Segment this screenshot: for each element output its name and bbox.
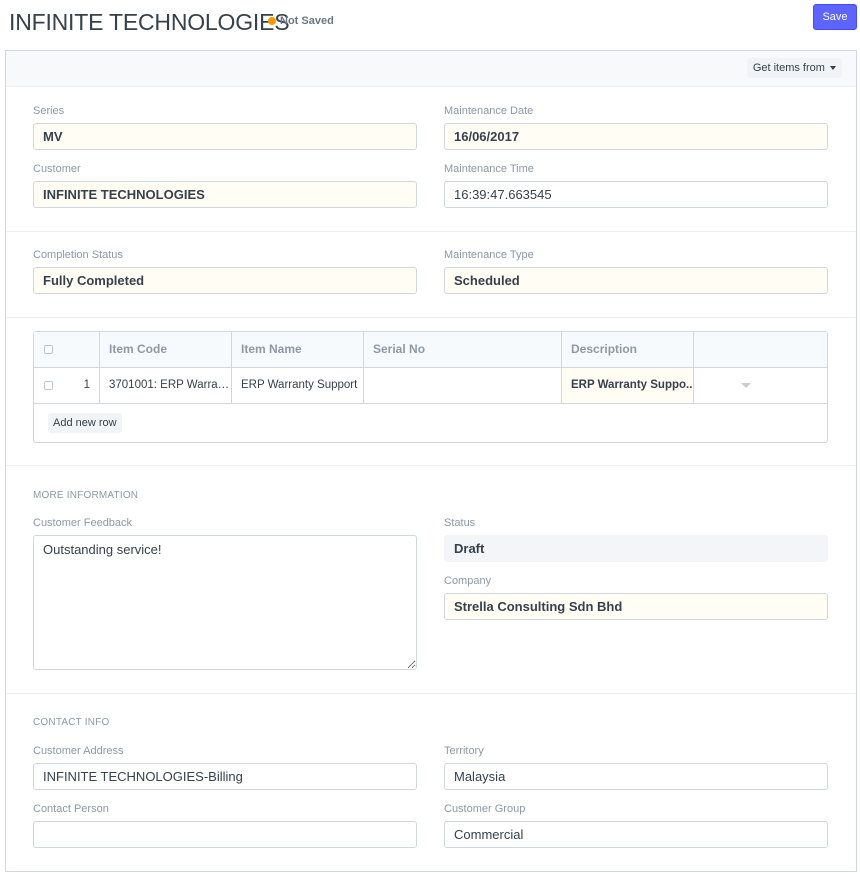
item-code-cell[interactable]: 3701001: ERP Warrant...: [100, 368, 232, 403]
section-divider: [6, 231, 856, 232]
section-divider: [6, 317, 856, 318]
maintenance-type-select[interactable]: Scheduled: [444, 267, 828, 294]
status-indicator-label: Not Saved: [280, 15, 334, 27]
maintenance-time-label: Maintenance Time: [444, 163, 534, 175]
table-header: Item Code Item Name Serial No Descriptio…: [34, 332, 827, 368]
contact-person-label: Contact Person: [33, 803, 109, 815]
column-header-serial-no[interactable]: Serial No: [364, 332, 562, 367]
column-header-description[interactable]: Description: [562, 332, 694, 367]
maintenance-type-label: Maintenance Type: [444, 249, 534, 261]
form-body: Get items from Series MV Maintenance Dat…: [5, 50, 857, 872]
customer-group-field[interactable]: Commercial: [444, 821, 828, 848]
maintenance-date-field[interactable]: 16/06/2017: [444, 123, 828, 150]
status-dot-icon: [268, 17, 276, 25]
column-header-item-name[interactable]: Item Name: [232, 332, 364, 367]
select-all-cell: [34, 332, 100, 367]
description-cell[interactable]: ERP Warranty Suppo..: [562, 368, 694, 403]
completion-status-select[interactable]: Fully Completed: [33, 267, 417, 294]
status-indicator: Not Saved: [268, 15, 334, 27]
territory-label: Territory: [444, 745, 484, 757]
row-dropdown-icon[interactable]: [741, 383, 751, 388]
customer-feedback-label: Customer Feedback: [33, 517, 133, 529]
territory-field[interactable]: Malaysia: [444, 763, 828, 790]
caret-down-icon: [830, 66, 836, 71]
status-label: Status: [444, 517, 476, 529]
customer-feedback-textarea[interactable]: Outstanding service!: [33, 535, 417, 670]
column-header-actions: [694, 332, 827, 367]
company-field[interactable]: Strella Consulting Sdn Bhd: [444, 593, 828, 620]
section-divider: [6, 465, 856, 466]
select-all-checkbox[interactable]: [44, 345, 53, 354]
contact-person-field[interactable]: [33, 821, 417, 848]
table-row[interactable]: 1 3701001: ERP Warrant... ERP Warranty S…: [34, 368, 827, 404]
column-header-item-code[interactable]: Item Code: [100, 332, 232, 367]
customer-address-label: Customer Address: [33, 745, 124, 757]
get-items-from-button[interactable]: Get items from: [746, 58, 842, 78]
customer-group-label: Customer Group: [444, 803, 526, 815]
add-new-row-button[interactable]: Add new row: [48, 413, 122, 433]
serial-no-cell[interactable]: [364, 368, 562, 403]
customer-label: Customer: [33, 163, 81, 175]
series-field[interactable]: MV: [33, 123, 417, 150]
completion-status-label: Completion Status: [33, 249, 123, 261]
row-index: 1: [83, 379, 90, 391]
page-title: INFINITE TECHNOLOGIES: [9, 9, 290, 35]
row-checkbox[interactable]: [44, 381, 53, 390]
more-information-heading: MORE INFORMATION: [33, 490, 139, 501]
customer-field[interactable]: INFINITE TECHNOLOGIES: [33, 181, 417, 208]
get-items-from-label: Get items from: [752, 62, 825, 74]
contact-info-heading: CONTACT INFO: [33, 717, 110, 728]
row-actions-cell[interactable]: [694, 368, 827, 403]
row-select-cell: 1: [34, 368, 100, 403]
company-label: Company: [444, 575, 492, 587]
maintenance-time-field[interactable]: 16:39:47.663545: [444, 181, 828, 208]
customer-address-field[interactable]: INFINITE TECHNOLOGIES-Billing: [33, 763, 417, 790]
maintenance-date-label: Maintenance Date: [444, 105, 534, 117]
save-button[interactable]: Save: [813, 4, 857, 30]
page-header: INFINITE TECHNOLOGIES Not Saved Save: [0, 0, 860, 50]
series-label: Series: [33, 105, 65, 117]
form-toolbar: Get items from: [6, 51, 856, 87]
status-field: Draft: [444, 535, 828, 562]
item-name-cell[interactable]: ERP Warranty Support: [232, 368, 364, 403]
items-table: Item Code Item Name Serial No Descriptio…: [33, 331, 828, 443]
section-divider: [6, 693, 856, 694]
